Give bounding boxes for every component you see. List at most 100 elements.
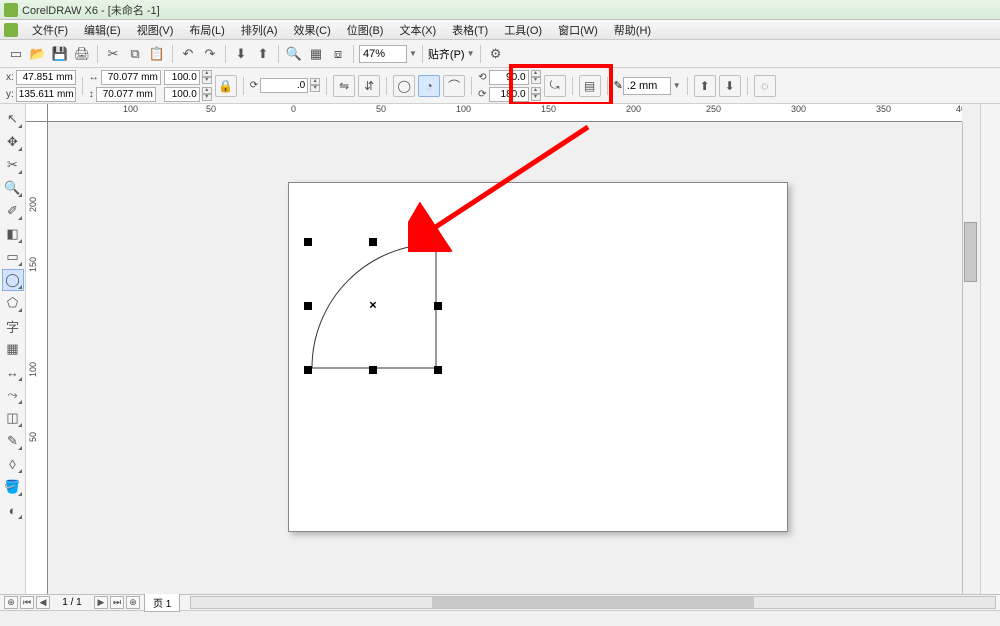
outline-width-input[interactable] xyxy=(623,77,671,95)
table-tool[interactable]: ▦ xyxy=(2,338,24,360)
to-back-icon[interactable]: ⬇ xyxy=(719,75,741,97)
scroll-thumb[interactable] xyxy=(964,222,977,282)
ruler-horizontal[interactable]: 100 50 0 50 100 150 200 250 300 350 400 xyxy=(48,104,962,122)
new-icon[interactable]: ▭ xyxy=(6,44,26,64)
ellipse-tool[interactable]: ◯ xyxy=(2,269,24,291)
print-icon[interactable]: 🖨 xyxy=(72,44,92,64)
pick-tool[interactable]: ↖ xyxy=(2,108,24,130)
paste-icon[interactable]: 📋 xyxy=(147,44,167,64)
welcome-icon[interactable]: ⧈ xyxy=(328,44,348,64)
text-tool[interactable]: 字 xyxy=(2,315,24,337)
color-palette-dock[interactable] xyxy=(980,104,1000,594)
page-tab[interactable]: 页 1 xyxy=(144,593,180,612)
menu-bitmap[interactable]: 位图(B) xyxy=(339,20,392,40)
ellipse-icon[interactable]: ◯ xyxy=(393,75,415,97)
menu-arrange[interactable]: 排列(A) xyxy=(233,20,286,40)
y-input[interactable] xyxy=(16,87,76,102)
options-icon[interactable]: ⚙ xyxy=(486,44,506,64)
first-page-icon[interactable]: ⏮ xyxy=(20,596,34,609)
dimension-tool[interactable]: ↔ xyxy=(2,361,24,383)
x-input[interactable] xyxy=(16,70,76,85)
handle-se[interactable] xyxy=(434,366,442,374)
end-angle-spinner[interactable]: ▴▾ xyxy=(531,87,541,102)
scale-y-input[interactable] xyxy=(164,87,200,102)
undo-icon[interactable]: ↶ xyxy=(178,44,198,64)
menu-window[interactable]: 窗口(W) xyxy=(550,20,606,40)
polygon-tool[interactable]: ⬠ xyxy=(2,292,24,314)
menu-view[interactable]: 视图(V) xyxy=(129,20,182,40)
menu-table[interactable]: 表格(T) xyxy=(444,20,496,40)
lock-ratio-icon[interactable]: 🔒 xyxy=(215,75,237,97)
redo-icon[interactable]: ↷ xyxy=(200,44,220,64)
zoom-dropdown[interactable]: ▼ xyxy=(359,45,417,63)
handle-n[interactable] xyxy=(369,238,377,246)
arc-icon[interactable]: ⌒ xyxy=(443,75,465,97)
crop-tool[interactable]: ✂ xyxy=(2,154,24,176)
menu-edit[interactable]: 编辑(E) xyxy=(76,20,129,40)
menu-tools[interactable]: 工具(O) xyxy=(496,20,550,40)
reverse-arc-icon[interactable]: ⤿ xyxy=(544,75,566,97)
start-angle-spinner[interactable]: ▴▾ xyxy=(531,70,541,85)
rotation-spinner[interactable]: ▴▾ xyxy=(310,78,320,93)
ruler-vertical[interactable]: 200 150 100 50 xyxy=(26,122,48,594)
save-icon[interactable]: 💾 xyxy=(50,44,70,64)
add-page-after-icon[interactable]: ⊕ xyxy=(126,596,140,609)
end-angle-input[interactable] xyxy=(489,87,529,102)
handle-w[interactable] xyxy=(304,302,312,310)
copy-icon[interactable]: ⧉ xyxy=(125,44,145,64)
scale-x-input[interactable] xyxy=(164,70,200,85)
smart-fill-tool[interactable]: ◧ xyxy=(2,223,24,245)
handle-ne[interactable] xyxy=(434,238,442,246)
vertical-scrollbar[interactable] xyxy=(962,122,978,594)
effects-tool[interactable]: ◫ xyxy=(2,407,24,429)
scale-y-spinner[interactable]: ▴▾ xyxy=(202,87,212,102)
zoom-input[interactable] xyxy=(359,45,407,63)
convert-curves-icon[interactable]: ◌ xyxy=(754,75,776,97)
interactive-fill-tool[interactable]: ◐ xyxy=(2,499,24,521)
ruler-origin[interactable] xyxy=(26,104,48,122)
width-input[interactable] xyxy=(101,70,161,85)
handle-sw[interactable] xyxy=(304,366,312,374)
handle-e[interactable] xyxy=(434,302,442,310)
wrap-text-icon[interactable]: ▤ xyxy=(579,75,601,97)
rotation-input[interactable] xyxy=(260,78,308,93)
freehand-tool[interactable]: ✐ xyxy=(2,200,24,222)
mirror-h-icon[interactable]: ⇋ xyxy=(333,75,355,97)
pie-icon[interactable]: ◔ xyxy=(418,75,440,97)
scroll-thumb[interactable] xyxy=(432,597,753,608)
app-launcher-icon[interactable]: ▦ xyxy=(306,44,326,64)
menu-text[interactable]: 文本(X) xyxy=(391,20,444,40)
start-angle-input[interactable] xyxy=(489,70,529,85)
snap-dropdown[interactable]: 贴齐(P) ▼ xyxy=(428,46,475,62)
menu-effects[interactable]: 效果(C) xyxy=(286,20,339,40)
prev-page-icon[interactable]: ◀ xyxy=(36,596,50,609)
outline-tool[interactable]: ◊ xyxy=(2,453,24,475)
search-icon[interactable]: 🔍 xyxy=(284,44,304,64)
mirror-v-icon[interactable]: ⇵ xyxy=(358,75,380,97)
eyedropper-tool[interactable]: ✎ xyxy=(2,430,24,452)
shape-tool[interactable]: ✥ xyxy=(2,131,24,153)
selection-bounds[interactable]: ✕ xyxy=(308,242,438,370)
horizontal-scrollbar[interactable] xyxy=(190,596,996,609)
outline-width-dropdown[interactable]: ✎ ▼ xyxy=(614,77,681,95)
import-icon[interactable]: ⬇ xyxy=(231,44,251,64)
open-icon[interactable]: 📂 xyxy=(28,44,48,64)
height-input[interactable] xyxy=(96,87,156,102)
rectangle-tool[interactable]: ▭ xyxy=(2,246,24,268)
fill-tool[interactable]: 🪣 xyxy=(2,476,24,498)
export-icon[interactable]: ⬆ xyxy=(253,44,273,64)
last-page-icon[interactable]: ⏭ xyxy=(110,596,124,609)
menu-layout[interactable]: 布局(L) xyxy=(181,20,232,40)
handle-s[interactable] xyxy=(369,366,377,374)
zoom-tool[interactable]: 🔍 xyxy=(2,177,24,199)
scale-x-spinner[interactable]: ▴▾ xyxy=(202,70,212,85)
handle-nw[interactable] xyxy=(304,238,312,246)
next-page-icon[interactable]: ▶ xyxy=(94,596,108,609)
add-page-icon[interactable]: ⊕ xyxy=(4,596,18,609)
menu-file[interactable]: 文件(F) xyxy=(24,20,76,40)
connector-tool[interactable]: ⤳ xyxy=(2,384,24,406)
cut-icon[interactable]: ✂ xyxy=(103,44,123,64)
canvas[interactable]: ✕ xyxy=(48,122,962,594)
menu-help[interactable]: 帮助(H) xyxy=(606,20,659,40)
to-front-icon[interactable]: ⬆ xyxy=(694,75,716,97)
